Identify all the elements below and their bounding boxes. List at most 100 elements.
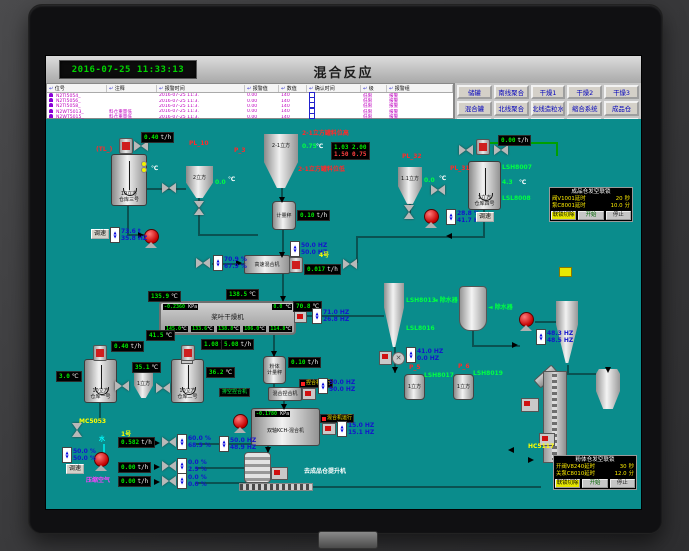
updown-arrows-icon[interactable] <box>219 436 229 452</box>
valve-icon[interactable] <box>431 185 445 195</box>
updown-arrows-icon[interactable] <box>110 227 120 243</box>
col-ack[interactable]: 确认时间 <box>307 85 361 92</box>
col-group[interactable]: 报警组 <box>387 85 453 92</box>
flow-arrow-icon <box>605 367 611 373</box>
elevator-motor-icon[interactable] <box>521 398 539 412</box>
valve-icon[interactable] <box>162 476 176 486</box>
valve-icon[interactable] <box>194 201 204 215</box>
level-switch-label: LSH8019 <box>473 370 503 377</box>
mixer-motor-icon[interactable] <box>322 423 336 435</box>
updown-arrows-icon[interactable] <box>318 378 328 394</box>
unit-label: ℃ <box>228 176 235 183</box>
flow-display: 5.08t/h <box>221 339 254 350</box>
temp-display: 133.6℃ <box>191 326 214 332</box>
small-tank-1: 1立方 <box>404 374 425 400</box>
agitator-motor-icon <box>181 345 195 361</box>
flow-arrow-icon <box>279 252 285 258</box>
fan-icon[interactable] <box>518 312 534 331</box>
updown-arrows-icon[interactable] <box>177 458 187 474</box>
valve-icon[interactable] <box>404 205 414 219</box>
updown-arrows-icon[interactable] <box>213 255 223 271</box>
col-note[interactable]: 注释 <box>107 85 157 92</box>
updown-arrows-icon[interactable] <box>62 447 72 463</box>
mixer-motor-icon[interactable] <box>289 257 303 273</box>
nav-dry1[interactable]: 干燥1 <box>531 85 566 99</box>
setpoint-pair: 73.6 t35.8 HZ <box>110 227 147 243</box>
flow-arrow-icon <box>271 351 277 357</box>
dryer-motor-icon[interactable] <box>294 311 307 323</box>
tag-label: P_6 <box>458 363 470 370</box>
col-num[interactable]: 数值 <box>279 85 307 92</box>
pump-icon[interactable] <box>423 209 439 228</box>
value-label: 0.0 <box>424 177 435 184</box>
speed-button[interactable]: 调速 <box>91 229 109 239</box>
valve-icon[interactable] <box>115 381 129 391</box>
valve-icon[interactable] <box>162 461 176 471</box>
updown-arrows-icon[interactable] <box>337 421 347 437</box>
nav-north-granule-water[interactable]: 北线造粒水 <box>531 101 566 115</box>
nav-dry3[interactable]: 干燥3 <box>604 85 639 99</box>
start-button[interactable]: 开始 <box>578 211 603 220</box>
tag-label: PL_10 <box>189 140 209 147</box>
updown-arrows-icon[interactable] <box>177 434 187 450</box>
nav-product-silo[interactable]: 成品仓 <box>604 101 639 115</box>
start-button[interactable]: 开始 <box>582 479 607 488</box>
valve-icon[interactable] <box>459 145 473 155</box>
speed-button[interactable]: 调速 <box>476 212 494 222</box>
flow-arrow-icon <box>279 197 285 203</box>
pipe <box>309 486 541 488</box>
col-time[interactable]: 报警时间 <box>157 85 245 92</box>
temp-display: 0.0 ℃ <box>272 304 292 310</box>
agitator-icon <box>485 168 486 195</box>
col-level[interactable]: 级 <box>361 85 387 92</box>
air-label: 压缩空气 <box>86 477 110 484</box>
reactor-tank-2: 10立方仓库二号 <box>171 359 204 403</box>
temp-display: 135.9℃ <box>148 291 181 302</box>
monitor-stand <box>318 531 378 549</box>
drum-motor-icon[interactable] <box>271 467 288 480</box>
flow-arrow-icon <box>280 296 286 302</box>
kneader-motor-icon[interactable] <box>302 388 316 400</box>
flow-display: 0.00t/h <box>498 135 531 146</box>
flow-display: 0.00t/h <box>118 476 151 487</box>
mix-kneader: 混合捏合机 <box>268 387 302 401</box>
valve-icon[interactable] <box>196 258 210 268</box>
updown-arrows-icon[interactable] <box>406 347 416 363</box>
stop-button[interactable]: 停止 <box>610 479 635 488</box>
updown-arrows-icon[interactable] <box>446 209 456 225</box>
valve-icon[interactable] <box>494 145 508 155</box>
nav-south-poly[interactable]: 南线聚合 <box>494 85 529 99</box>
interlock-panel-powder: 粉体仓发空联锁 开阀V8240延时30秒 关泵C8010延时12.0分 联锁切除… <box>553 455 637 490</box>
mixer-pump-icon[interactable] <box>232 414 248 433</box>
col-tag[interactable]: 位号 <box>47 85 107 92</box>
nav-storage-tanks[interactable]: 储罐 <box>457 85 492 99</box>
updown-arrows-icon[interactable] <box>536 329 546 345</box>
valve-icon[interactable] <box>72 423 82 437</box>
equipment-label: 桨叶干燥机 <box>161 311 294 321</box>
rotary-feeder-icon[interactable] <box>379 351 392 365</box>
nav-mix-tank[interactable]: 混合罐 <box>457 101 492 115</box>
interlock-cut-button[interactable]: 联锁切除 <box>555 479 580 488</box>
stop-button[interactable]: 停止 <box>606 211 631 220</box>
valve-icon[interactable] <box>162 437 176 447</box>
page-title: 混合反应 <box>46 62 641 81</box>
updown-arrows-icon[interactable] <box>312 308 322 324</box>
updown-arrows-icon[interactable] <box>290 241 300 257</box>
col-value[interactable]: 报警值 <box>245 85 279 92</box>
temp-display: 36.2℃ <box>206 367 235 378</box>
flow-arrow-icon <box>392 367 398 373</box>
speed-button[interactable]: 调速 <box>66 464 84 474</box>
interlock-cut-button[interactable]: 联锁切除 <box>551 211 576 220</box>
setpoint-display: 1.03 2.001.50 0.75 <box>331 142 370 160</box>
nav-condense-system[interactable]: 缩合系统 <box>567 101 602 115</box>
valve-icon[interactable] <box>162 183 176 193</box>
nav-north-poly[interactable]: 北线聚合 <box>494 101 529 115</box>
pipe <box>356 236 485 238</box>
valve-icon[interactable] <box>156 383 170 393</box>
valve-icon[interactable] <box>343 259 357 269</box>
scrubber-tank <box>459 286 487 331</box>
updown-arrows-icon[interactable] <box>177 473 187 489</box>
flow-arrow-icon <box>154 479 160 485</box>
nav-dry2[interactable]: 干燥2 <box>567 85 602 99</box>
setpoint-pair: 48.3 HZ48.5 HZ <box>536 329 573 345</box>
